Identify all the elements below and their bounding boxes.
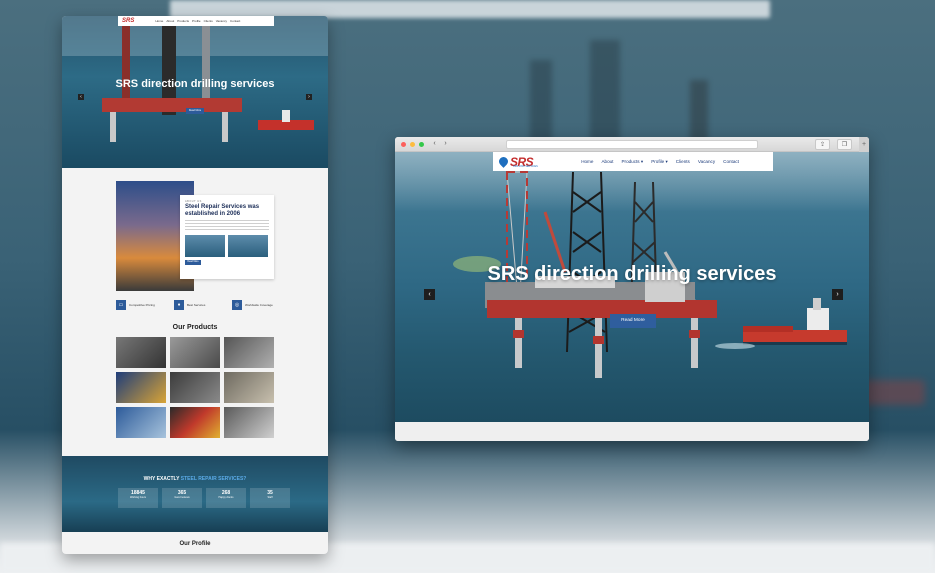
product-tile[interactable] [224,372,274,403]
minimize-window-icon[interactable] [410,142,415,147]
preview-nav-vacancy[interactable]: Vacancy [216,19,227,23]
preview-hero: SRS Home About Products Profile Clients … [62,16,328,168]
product-tile[interactable] [224,337,274,368]
preview-about-card: ABOUT US Steel Repair Services was estab… [180,195,274,279]
globe-icon: ◎ [232,300,242,310]
preview-prev-arrow-icon[interactable]: ‹ [78,94,84,100]
site-navbar: SRS DRILLING SERVICES Home About Product… [493,152,773,171]
preview-hero-title: SRS direction drilling services [115,78,275,90]
slider-next-arrow-icon[interactable]: › [832,289,843,300]
nav-contact[interactable]: Contact [723,159,739,165]
preview-nav-about[interactable]: About [166,19,174,23]
preview-why-section: WHY EXACTLY STEEL REPAIR SERVICES? 18845… [62,456,328,532]
read-more-button[interactable]: Read More [610,314,656,328]
nav-clients[interactable]: Clients [676,159,690,165]
preview-about-eyebrow: ABOUT US [185,200,202,203]
address-bar[interactable] [506,140,758,149]
back-arrow-icon[interactable]: ‹ [430,140,439,148]
preview-about-text-lines [185,220,269,232]
preview-stats: 18845 Working hours 365 Good reviews 268 Ha… [118,488,290,508]
preview-about-read-more-button[interactable]: Read More [185,260,201,265]
preview-nav-products[interactable]: Products [177,19,189,23]
pricing-icon: ▭ [116,300,126,310]
preview-nav-clients[interactable]: Clients [204,19,213,23]
preview-products-title: Our Products [172,324,218,331]
maximize-window-icon[interactable] [419,142,424,147]
product-tile[interactable] [170,372,220,403]
preview-feature-coverage: ◎ Worldwide Coverage [232,300,286,310]
preview-feature-pricing: ▭ Competitive Pricing [116,300,170,310]
preview-rig-image [62,16,328,142]
site-menu: Home About Products ▾ Profile ▾ Clients … [581,159,739,165]
browser-toolbar: ‹ › ⇪ ❐ + [395,137,869,152]
website-viewport: SRS DRILLING SERVICES Home About Product… [395,152,869,422]
preview-logo: SRS [122,18,135,24]
preview-profile-title: Our Profile [179,541,211,547]
preview-about-section: ABOUT US Steel Repair Services was estab… [116,181,276,291]
stat-card: 35 Staff [250,488,290,508]
preview-why-title: WHY EXACTLY STEEL REPAIR SERVICES? [143,476,247,482]
nav-about[interactable]: About [601,159,613,165]
preview-nav-home[interactable]: Home [155,19,163,23]
product-tile[interactable] [116,337,166,368]
nav-profile[interactable]: Profile ▾ [651,159,668,165]
product-tile[interactable] [170,407,220,438]
service-icon: ♦ [174,300,184,310]
full-page-preview: SRS Home About Products Profile Clients … [62,16,328,554]
preview-about-heading: Steel Repair Services was established in… [185,204,260,217]
stat-card: 365 Good reviews [162,488,202,508]
nav-home[interactable]: Home [581,159,593,165]
preview-features: ▭ Competitive Pricing ♦ Best Services ◎ … [116,300,286,310]
site-logo[interactable]: SRS DRILLING SERVICES [497,155,538,169]
preview-nav-contact[interactable]: Contact [230,19,240,23]
nav-vacancy[interactable]: Vacancy [698,159,715,165]
product-tile[interactable] [116,407,166,438]
hero-rig-image [453,171,847,378]
hero-title: SRS direction drilling services [487,263,777,285]
preview-read-more-button[interactable]: Read More [186,108,204,114]
stat-card: 18845 Working hours [118,488,158,508]
close-window-icon[interactable] [401,142,406,147]
drop-logo-icon [497,155,510,168]
preview-about-thumbs [185,235,269,257]
preview-navbar: SRS Home About Products Profile Clients … [118,16,274,26]
preview-nav-profile[interactable]: Profile [192,19,201,23]
share-icon[interactable]: ⇪ [815,139,830,150]
new-tab-icon[interactable]: + [859,137,869,152]
nav-products[interactable]: Products ▾ [621,159,643,165]
product-tile[interactable] [170,337,220,368]
browser-window: ‹ › ⇪ ❐ + SRS DRILLING SERVICES Home Abo… [395,137,869,441]
site-below-fold [395,422,869,441]
preview-products-grid [116,337,274,438]
stat-card: 268 Happy clients [206,488,246,508]
preview-next-arrow-icon[interactable]: › [306,94,312,100]
forward-arrow-icon[interactable]: › [441,140,450,148]
preview-feature-service: ♦ Best Services [174,300,228,310]
product-tile[interactable] [116,372,166,403]
tabs-icon[interactable]: ❐ [837,139,852,150]
slider-prev-arrow-icon[interactable]: ‹ [424,289,435,300]
product-tile[interactable] [224,407,274,438]
